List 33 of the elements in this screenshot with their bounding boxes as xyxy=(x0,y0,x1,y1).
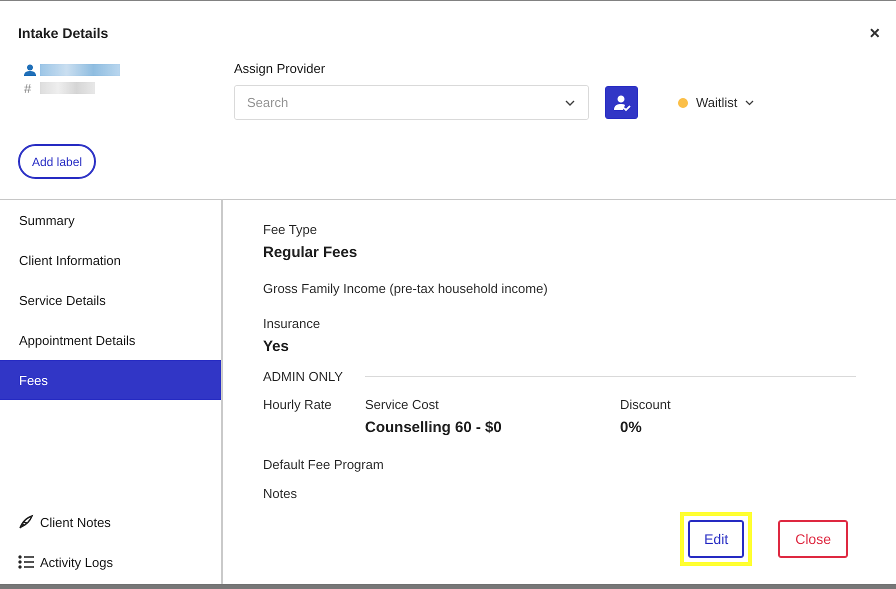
assign-provider-label: Assign Provider xyxy=(234,61,326,76)
field-label: Service Cost xyxy=(365,397,439,412)
status-dropdown[interactable]: Waitlist xyxy=(678,95,754,110)
person-check-icon xyxy=(612,94,630,112)
chevron-down-icon xyxy=(745,100,754,106)
close-button[interactable]: Close xyxy=(778,520,848,558)
field-label: Insurance xyxy=(263,316,320,331)
field-label: Hourly Rate xyxy=(263,397,333,414)
sidebar-link[interactable]: Activity Logs xyxy=(0,542,221,582)
field-value: Yes xyxy=(263,338,289,355)
field-value: Counselling 60 - $0 xyxy=(365,419,502,436)
field-label: Gross Family Income (pre-tax household income) xyxy=(263,281,548,296)
person-icon xyxy=(24,64,36,76)
edit-button[interactable]: Edit xyxy=(688,520,744,558)
field-label: Fee Type xyxy=(263,222,317,237)
pen-icon xyxy=(18,514,34,530)
field-label: Notes xyxy=(263,486,297,501)
dialog-title: Intake Details xyxy=(18,25,108,41)
close-button[interactable]: × xyxy=(869,22,880,44)
assign-provider-button[interactable] xyxy=(605,86,638,119)
field-label: Discount xyxy=(620,397,671,412)
field-label: Default Fee Program xyxy=(263,457,384,472)
blurred-id xyxy=(40,82,95,94)
sidebar-link[interactable]: Client Notes xyxy=(0,502,221,542)
list-icon xyxy=(18,555,34,569)
field-value: 0% xyxy=(620,419,642,436)
chevron-down-icon xyxy=(565,100,575,106)
id-symbol: # xyxy=(24,80,32,96)
add-label-button[interactable]: Add label xyxy=(18,144,96,179)
sidebar-tab[interactable]: Fees xyxy=(0,360,221,400)
section-heading: ADMIN ONLY xyxy=(263,369,343,384)
field-value: Regular Fees xyxy=(263,244,358,261)
provider-search-field[interactable]: Search xyxy=(234,85,589,120)
